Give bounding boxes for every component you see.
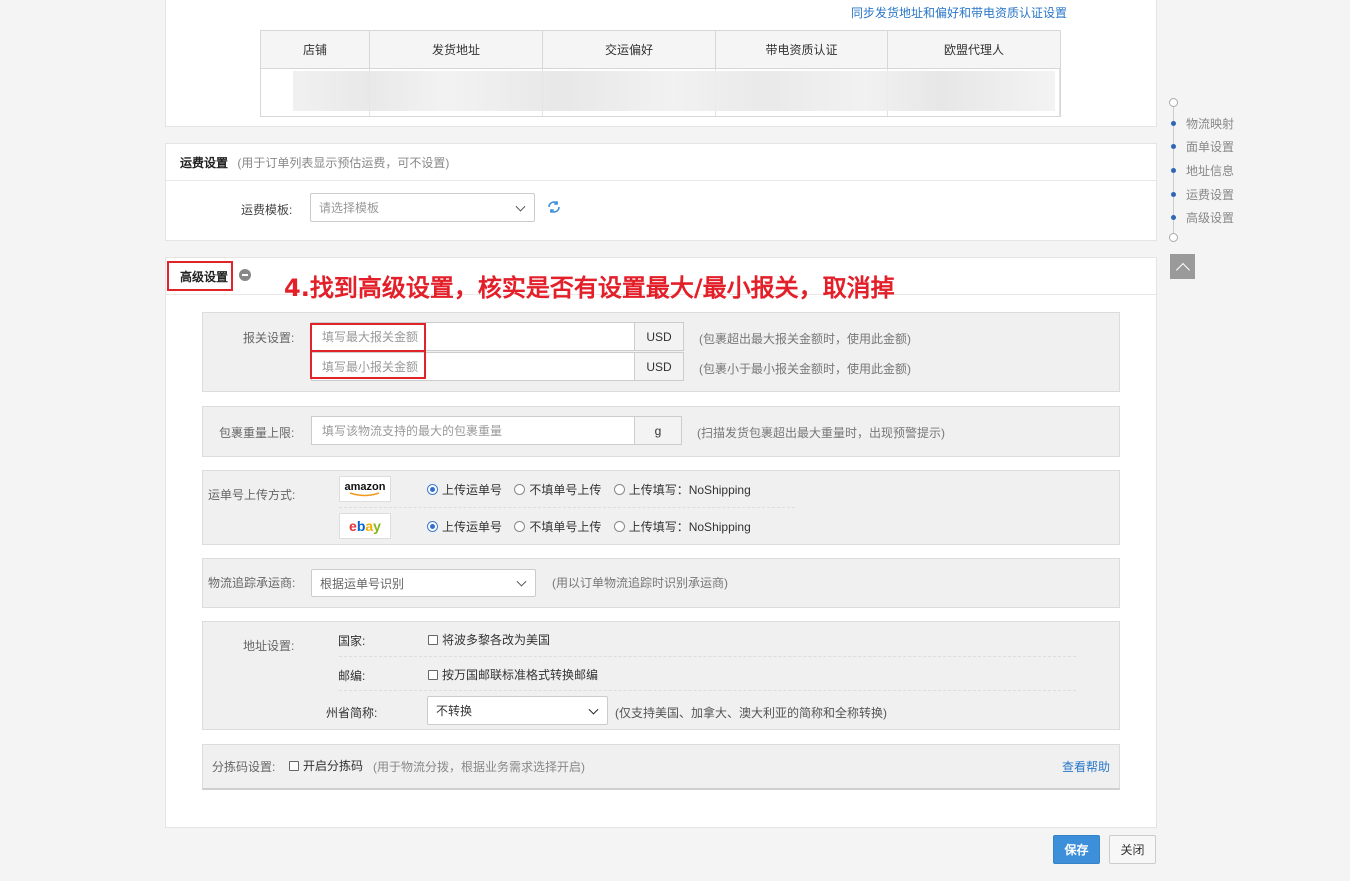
highlight-box-advanced-title — [167, 261, 233, 291]
rail-end-icon — [1169, 233, 1178, 242]
zip-checkbox[interactable]: 按万国邮联标准格式转换邮编 — [428, 666, 598, 683]
weight-unit-addon: g — [634, 416, 682, 445]
sort-code-hint: (用于物流分拨，根据业务需求选择开启) — [373, 760, 585, 774]
state-abbr-label: 州省简称: — [326, 706, 378, 720]
chevron-down-icon — [515, 201, 526, 212]
nav-item-logistics-mapping[interactable]: 物流映射 — [1166, 115, 1234, 131]
nav-item-label-settings[interactable]: 面单设置 — [1166, 138, 1234, 154]
store-table-header: 店铺 发货地址 交运偏好 带电资质认证 欧盟代理人 — [261, 31, 1060, 69]
help-link[interactable]: 查看帮助 — [1062, 758, 1110, 775]
store-table: 店铺 发货地址 交运偏好 带电资质认证 欧盟代理人 — [260, 30, 1061, 117]
instruction-annotation: 4.找到高级设置，核实是否有设置最大/最小报关，取消掉 — [284, 274, 895, 302]
radio-upload-tracking[interactable]: 上传运单号 — [427, 520, 502, 534]
sync-settings-link[interactable]: 同步发货地址和偏好和带电资质认证设置 — [851, 4, 1067, 21]
divider — [339, 507, 795, 508]
highlight-box-customs-inputs — [310, 323, 426, 379]
state-abbr-hint: (仅支持美国、加拿大、澳大利亚的简称和全称转换) — [615, 706, 887, 720]
blurred-row-content — [293, 71, 1055, 111]
freight-section-header: 运费设置 (用于订单列表显示预估运费，可不设置) — [180, 154, 449, 171]
column-header-battery-certification: 带电资质认证 — [716, 31, 888, 68]
chevron-down-icon — [588, 704, 599, 715]
chevron-down-icon — [516, 576, 527, 587]
max-customs-hint: (包裹超出最大报关金额时，使用此金额) — [699, 332, 911, 346]
section-note: (用于订单列表显示预估运费，可不设置) — [237, 156, 450, 170]
column-header-ship-address: 发货地址 — [370, 31, 543, 68]
tracking-carrier-select[interactable]: 根据运单号识别 — [311, 569, 536, 597]
nav-item-advanced-settings[interactable]: 高级设置 — [1166, 209, 1234, 225]
back-to-top-button[interactable] — [1170, 254, 1195, 279]
save-button[interactable]: 保存 — [1053, 835, 1100, 864]
select-placeholder: 请选择模板 — [319, 201, 380, 215]
ebay-upload-options: 上传运单号 不填单号上传 上传填写：NoShipping — [427, 518, 751, 535]
weight-limit-hint: (扫描发货包裹超出最大重量时，出现预警提示) — [697, 426, 945, 440]
ebay-logo: ebay — [339, 513, 391, 539]
weight-limit-input[interactable]: 填写该物流支持的最大的包裹重量 — [311, 416, 636, 445]
customs-label: 报关设置: — [243, 331, 295, 345]
section-title: 运费设置 — [180, 156, 229, 170]
amazon-upload-options: 上传运单号 不填单号上传 上传填写：NoShipping — [427, 481, 751, 498]
collapse-icon[interactable] — [239, 269, 251, 281]
section-nav-rail: 物流映射 面单设置 地址信息 运费设置 高级设置 — [1166, 96, 1256, 246]
address-settings-label: 地址设置: — [243, 639, 295, 653]
currency-addon: USD — [634, 322, 684, 351]
amazon-logo: amazon — [339, 476, 391, 502]
divider — [339, 690, 1076, 691]
min-customs-hint: (包裹小于最小报关金额时，使用此金额) — [699, 362, 911, 376]
column-header-store: 店铺 — [261, 31, 370, 68]
zip-label: 邮编: — [338, 669, 366, 683]
input-placeholder: 填写该物流支持的最大的包裹重量 — [322, 424, 503, 438]
weight-limit-label: 包裹重量上限: — [219, 426, 295, 440]
select-value: 根据运单号识别 — [320, 576, 405, 591]
refresh-icon[interactable] — [546, 199, 562, 215]
radio-upload-noshipping[interactable]: 上传填写：NoShipping — [613, 483, 751, 497]
divider — [339, 656, 1076, 657]
tracking-carrier-label: 物流追踪承运商: — [208, 576, 296, 590]
state-abbr-select[interactable]: 不转换 — [427, 696, 608, 725]
sort-code-label: 分拣码设置: — [212, 760, 276, 774]
tracking-upload-label: 运单号上传方式: — [208, 488, 296, 502]
table-row — [261, 69, 1060, 116]
tracking-carrier-hint: (用以订单物流追踪时识别承运商) — [552, 576, 728, 590]
nav-item-freight-settings[interactable]: 运费设置 — [1166, 186, 1234, 202]
currency-addon: USD — [634, 352, 684, 381]
logo-text: amazon — [344, 480, 386, 493]
country-checkbox[interactable]: 将波多黎各改为美国 — [428, 631, 550, 648]
radio-upload-tracking[interactable]: 上传运单号 — [427, 483, 502, 497]
column-header-shipping-preference: 交运偏好 — [543, 31, 716, 68]
rail-start-icon — [1169, 98, 1178, 107]
radio-upload-no-tracking[interactable]: 不填单号上传 — [514, 483, 601, 497]
radio-upload-no-tracking[interactable]: 不填单号上传 — [514, 520, 601, 534]
column-header-eu-agent: 欧盟代理人 — [943, 43, 1004, 57]
select-value: 不转换 — [436, 704, 473, 718]
country-label: 国家: — [338, 634, 366, 648]
freight-template-select[interactable]: 请选择模板 — [310, 193, 535, 222]
chevron-up-icon — [1175, 262, 1190, 277]
nav-item-address-info[interactable]: 地址信息 — [1166, 162, 1234, 178]
close-button[interactable]: 关闭 — [1109, 835, 1156, 864]
radio-upload-noshipping[interactable]: 上传填写：NoShipping — [613, 520, 751, 534]
sort-code-checkbox[interactable]: 开启分拣码 — [289, 757, 363, 774]
freight-template-label: 运费模板: — [241, 203, 293, 217]
